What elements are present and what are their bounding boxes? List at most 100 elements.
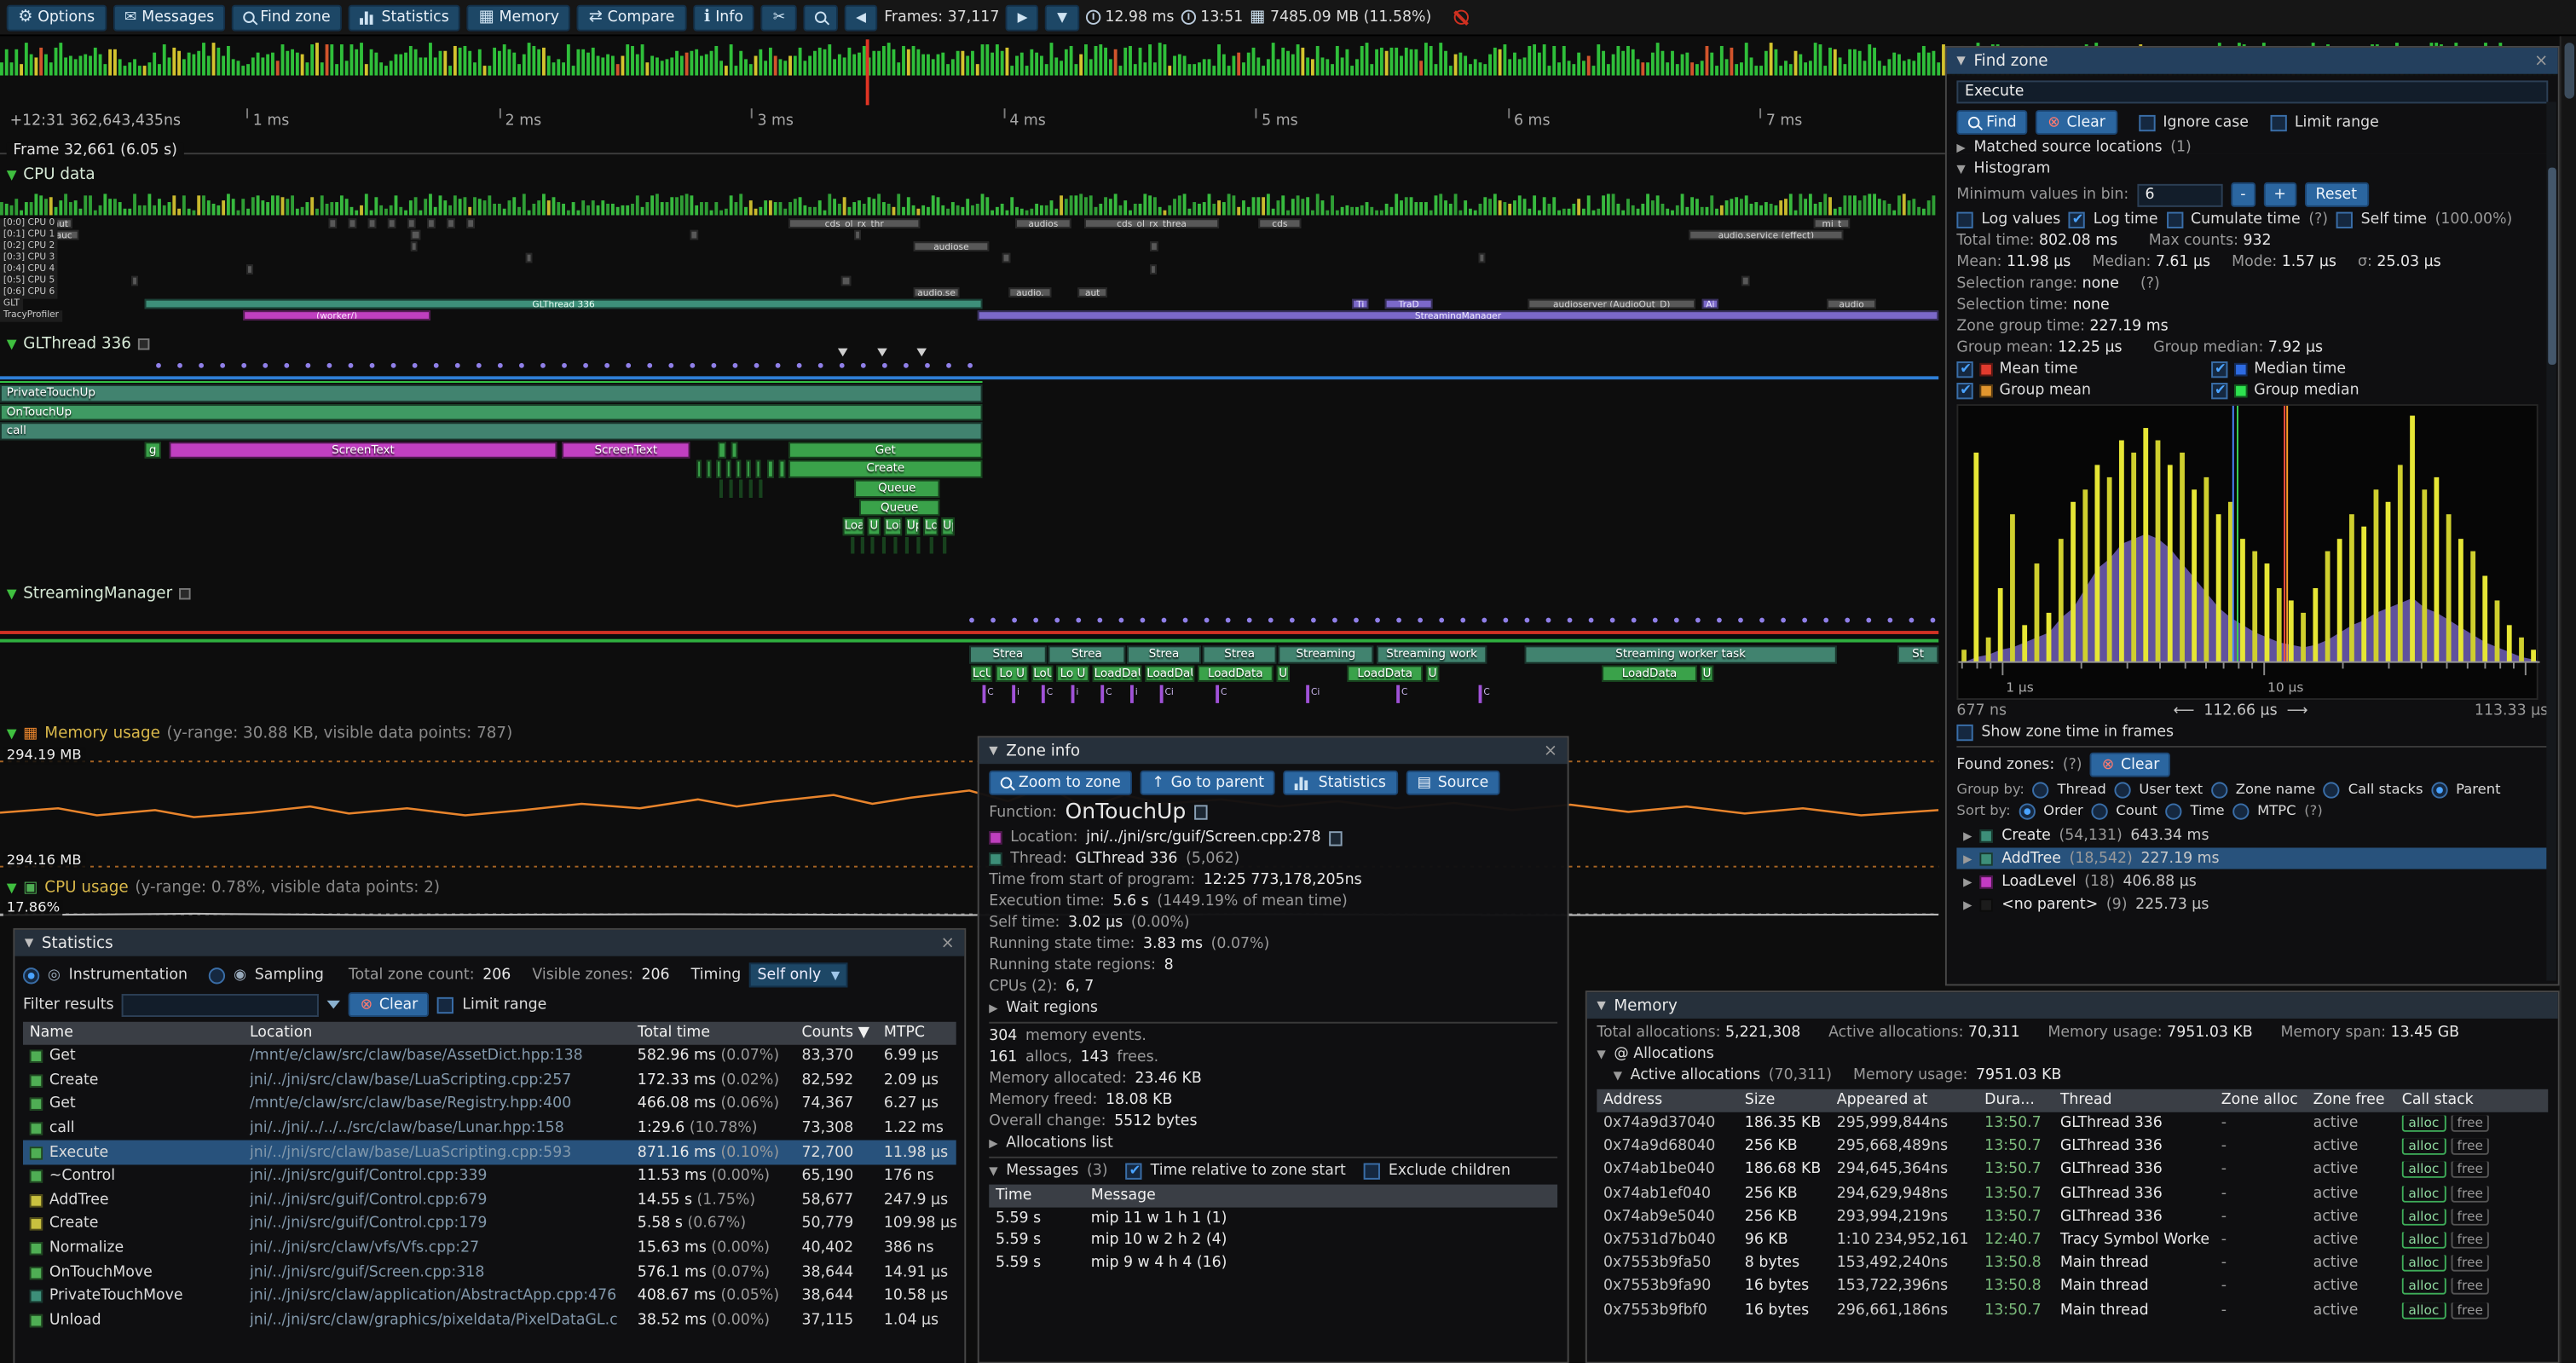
timeline-zone[interactable]: ScreenText — [562, 442, 690, 459]
timeline-zone[interactable]: LoadDaU — [1145, 665, 1194, 682]
frame-bar[interactable] — [1823, 66, 1827, 76]
lock-marker[interactable] — [1396, 685, 1399, 703]
message-dot[interactable] — [1653, 618, 1658, 623]
frame-bar[interactable] — [1695, 64, 1699, 75]
timeline-zone[interactable] — [730, 480, 733, 497]
frame-bar[interactable] — [1848, 49, 1851, 76]
frame-bar[interactable] — [858, 53, 861, 76]
frame-bar[interactable] — [1646, 62, 1649, 75]
frame-bar[interactable] — [261, 57, 264, 75]
found-zone-group[interactable]: ▶LoadLevel(18)406.88 µs — [1956, 870, 2548, 892]
frame-bar[interactable] — [1326, 59, 1329, 75]
timeline-zone[interactable]: Loa — [843, 517, 864, 534]
frame-bar[interactable] — [1804, 62, 1807, 75]
frame-bar[interactable] — [355, 49, 358, 76]
filter-input[interactable] — [122, 993, 319, 1016]
frame-bar[interactable] — [1621, 51, 1625, 76]
frame-bar[interactable] — [1123, 48, 1127, 76]
frame-bar[interactable] — [94, 48, 97, 76]
frame-bar[interactable] — [1562, 46, 1566, 76]
timeline-zone[interactable]: Get — [788, 442, 982, 459]
cpu-zone[interactable]: audiose — [914, 241, 990, 251]
frame-bar[interactable] — [168, 57, 171, 75]
alloc-callstack-button[interactable]: alloc — [2402, 1279, 2446, 1295]
frame-bar[interactable] — [1887, 59, 1891, 75]
message-dot[interactable] — [1802, 618, 1807, 623]
frame-bar[interactable] — [30, 55, 33, 76]
frame-bar[interactable] — [1479, 62, 1482, 75]
cpu-zone[interactable] — [1150, 264, 1157, 274]
frame-bar[interactable] — [572, 66, 575, 76]
frame-bar[interactable] — [730, 44, 733, 76]
frame-bar[interactable] — [163, 44, 166, 76]
frame-bar[interactable] — [1350, 66, 1354, 76]
timeline-zone[interactable] — [716, 460, 721, 477]
frame-bar[interactable] — [685, 53, 689, 76]
frame-bar[interactable] — [769, 48, 772, 76]
frame-bar[interactable] — [1543, 44, 1546, 76]
table-row[interactable]: Normalizejni/../jni/src/claw/vfs/Vfs.cpp… — [23, 1237, 956, 1261]
frame-bar[interactable] — [1060, 61, 1063, 75]
table-row[interactable]: Get/mnt/e/claw/src/claw/base/AssetDict.h… — [23, 1045, 956, 1069]
cpu-zone[interactable] — [466, 218, 475, 228]
frame-bar[interactable] — [1341, 57, 1344, 75]
frame-bar[interactable] — [650, 56, 654, 76]
frame-bar[interactable] — [921, 55, 925, 76]
frame-bar[interactable] — [852, 55, 856, 76]
cpu-zone[interactable] — [1002, 253, 1011, 263]
message-dot[interactable] — [349, 363, 354, 368]
memory-button[interactable]: Memory — [467, 4, 571, 31]
frame-bar[interactable] — [1676, 64, 1679, 75]
message-row[interactable]: 5.59 smip 9 w 4 h 4 (16) — [989, 1252, 1557, 1274]
frame-bar[interactable] — [271, 53, 274, 76]
frame-bar[interactable] — [1237, 53, 1240, 76]
frame-bar[interactable] — [517, 64, 521, 75]
find-zone-button[interactable]: Find zone — [233, 4, 343, 31]
lock-marker[interactable] — [1306, 685, 1308, 703]
frame-bar[interactable] — [222, 56, 225, 76]
frame-bar[interactable] — [241, 66, 245, 76]
frame-bar[interactable] — [124, 66, 127, 76]
frame-bar[interactable] — [370, 49, 373, 76]
frame-bar[interactable] — [69, 56, 72, 76]
frame-bar[interactable] — [1178, 55, 1181, 76]
frame-bar[interactable] — [172, 48, 176, 76]
frame-bar[interactable] — [645, 62, 649, 75]
cpu-zone[interactable] — [427, 218, 436, 228]
zoom-to-zone-button[interactable]: Zoom to zone — [989, 771, 1132, 795]
frame-bar[interactable] — [1232, 56, 1235, 76]
frame-bar[interactable] — [1222, 55, 1226, 76]
frame-bar[interactable] — [567, 44, 570, 76]
frame-bar[interactable] — [89, 56, 92, 76]
alloc-callstack-button[interactable]: alloc — [2402, 1139, 2446, 1155]
frame-bar[interactable] — [1158, 43, 1162, 76]
message-dot[interactable] — [1674, 618, 1679, 623]
histogram-row[interactable]: ▼ Histogram — [1956, 161, 2548, 177]
group-mean-checkbox[interactable] — [1956, 383, 1972, 399]
timeline-zone[interactable]: LcU — [971, 665, 992, 682]
frame-bar[interactable] — [813, 51, 817, 76]
cpu-core-row[interactable]: [0:2] CPU 2audiose — [0, 241, 1938, 252]
frame-bar[interactable] — [55, 48, 58, 76]
free-callstack-button[interactable]: free — [2451, 1279, 2490, 1295]
message-dot[interactable] — [1354, 618, 1359, 623]
glthread-header[interactable]: ▼ GLThread 336 — [7, 335, 149, 353]
frame-bar[interactable] — [1607, 64, 1610, 75]
stats-clear-button[interactable]: ⊗Clear — [349, 992, 430, 1017]
timeline-zone[interactable]: Strea — [1203, 645, 1277, 662]
option-checkbox-log-values[interactable] — [1956, 212, 1972, 228]
group-median-checkbox[interactable] — [2211, 383, 2227, 399]
show-zone-time-checkbox[interactable] — [1956, 725, 1972, 741]
frame-bar[interactable] — [1789, 64, 1793, 75]
frame-bar[interactable] — [764, 61, 767, 75]
frame-bar[interactable] — [1439, 43, 1442, 76]
group-by-call-stacks-radio[interactable] — [2324, 782, 2340, 798]
message-dot[interactable] — [946, 363, 951, 368]
frame-bar[interactable] — [759, 49, 762, 76]
frame-bar[interactable] — [794, 56, 797, 76]
find-button[interactable]: Find — [1956, 110, 2028, 135]
frame-bar[interactable] — [350, 44, 354, 76]
message-dot[interactable] — [519, 363, 524, 368]
compare-button[interactable]: Compare — [577, 4, 686, 31]
message-dot[interactable] — [391, 363, 396, 368]
